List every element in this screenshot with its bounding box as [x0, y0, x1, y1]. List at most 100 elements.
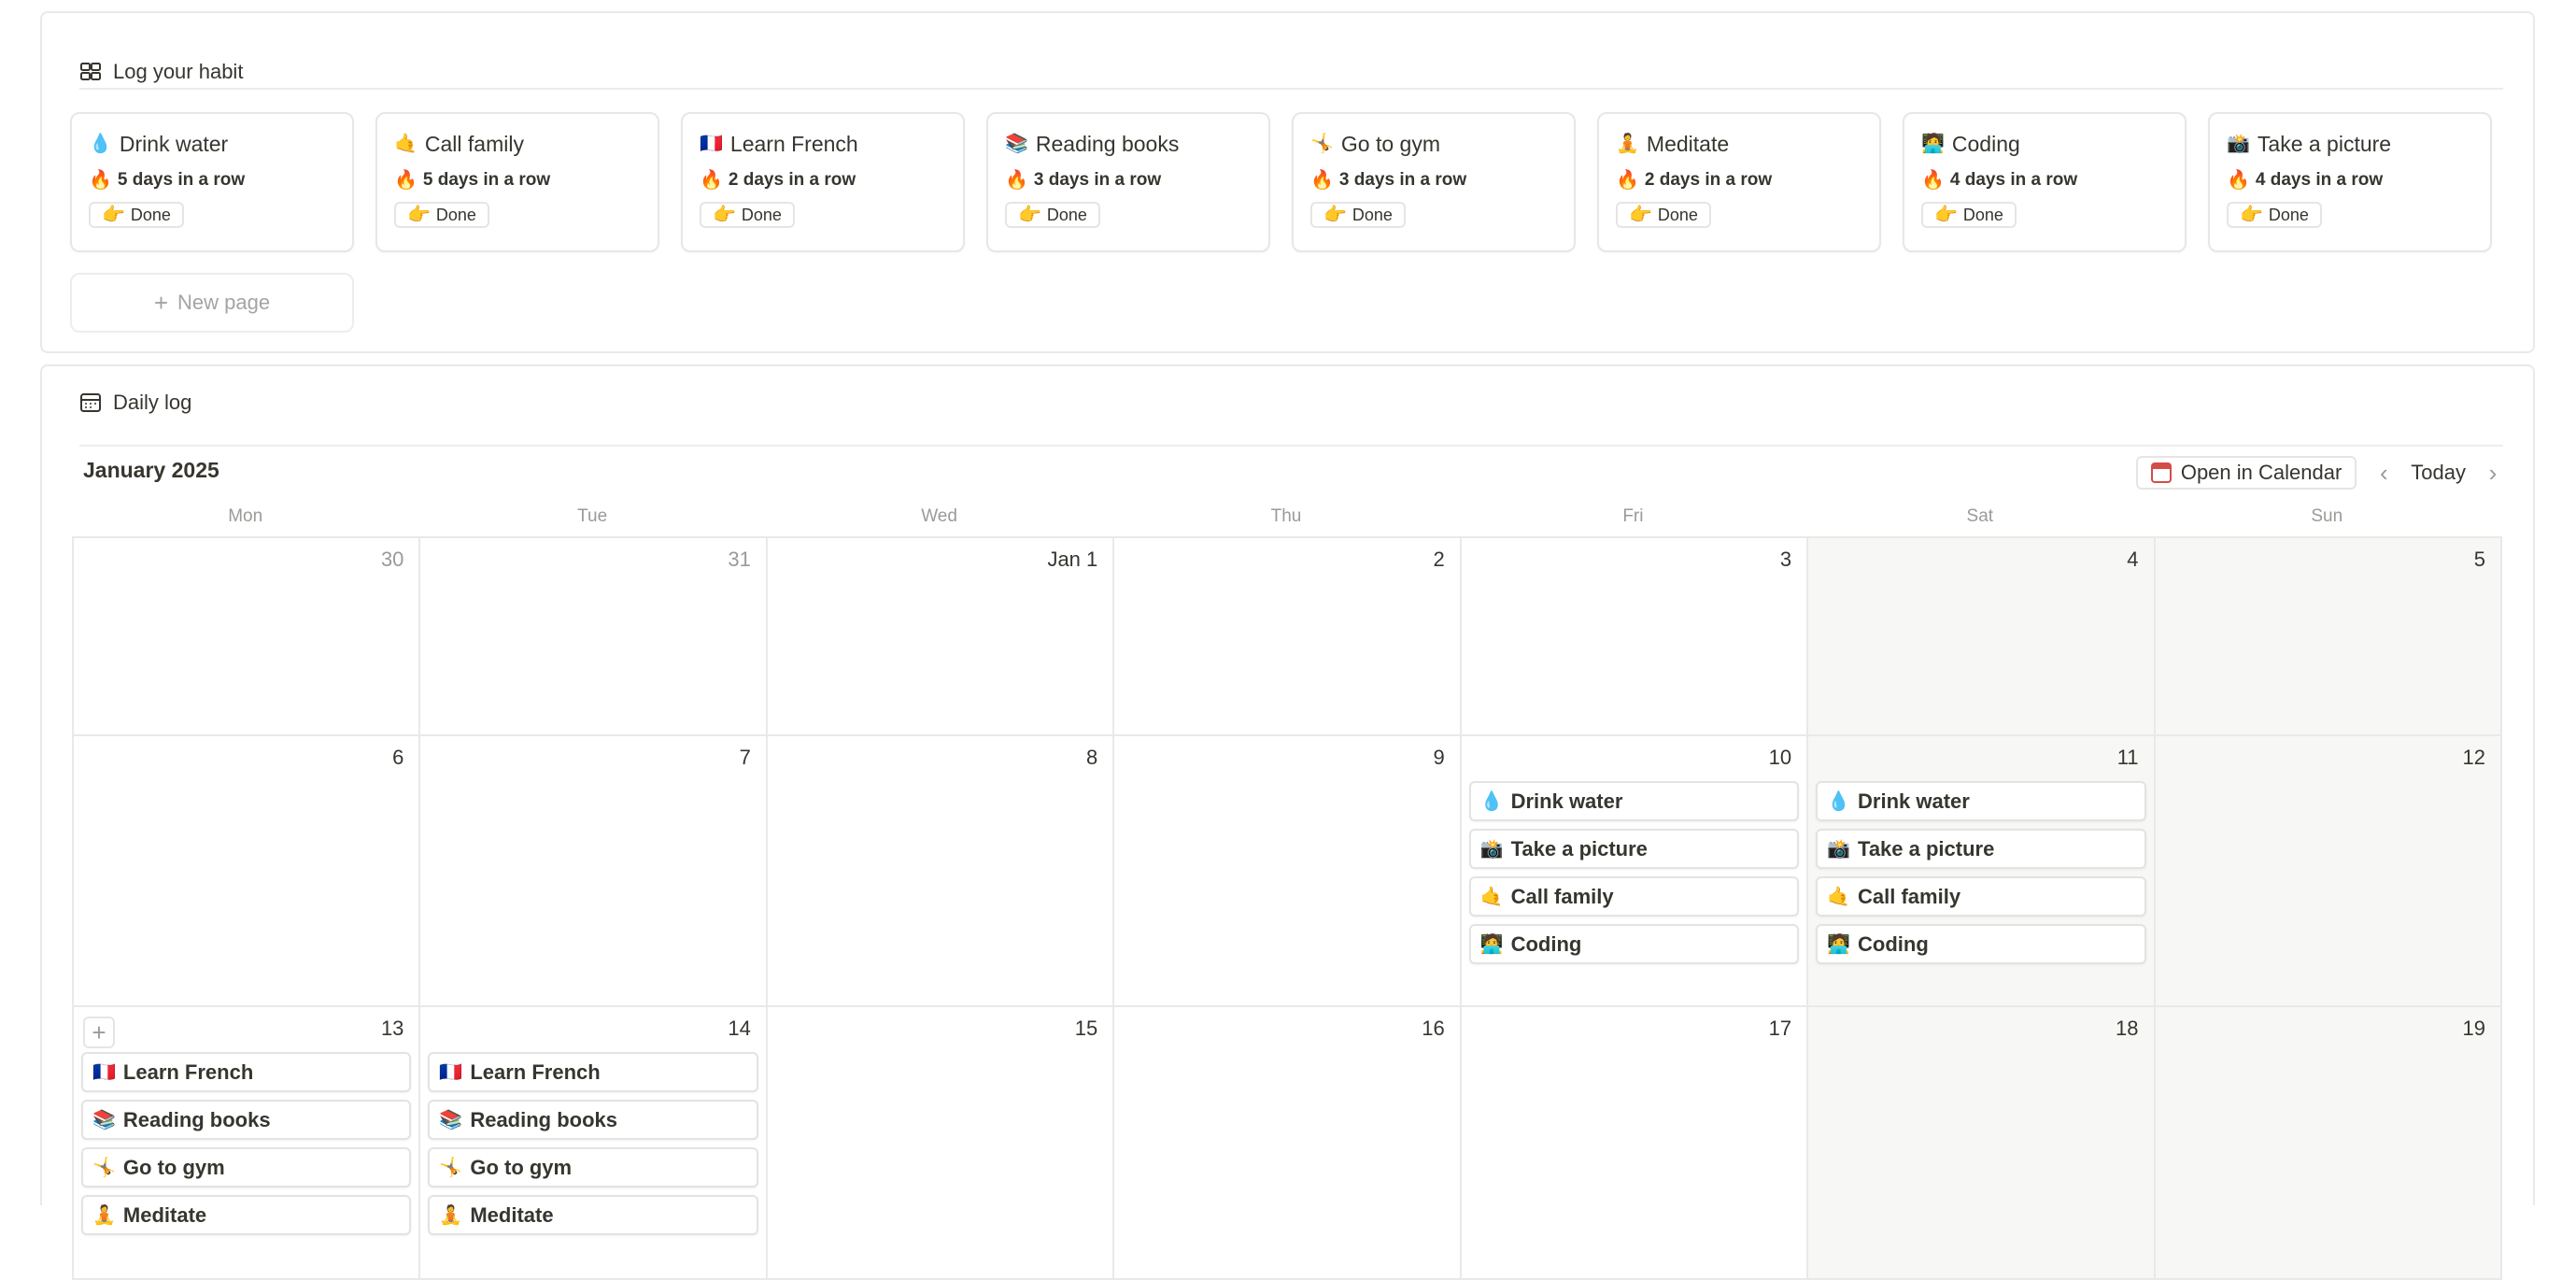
new-page-button[interactable]: + New page — [70, 273, 354, 333]
habit-emoji-icon: 🇫🇷 — [92, 1061, 116, 1083]
done-button[interactable]: 👉 Done — [394, 202, 489, 228]
calendar-day-cell[interactable]: 10 💧 Drink water 📸 Take a picture 🤙 Call famil… — [1459, 736, 1807, 1005]
event-card[interactable]: 🧘 Meditate — [428, 1195, 758, 1235]
calendar-day-cell[interactable]: 4 — [1806, 538, 2154, 734]
habit-card[interactable]: 📚 Reading books 🔥 3 days in a row 👉 Done — [986, 112, 1270, 252]
event-card[interactable]: 📸 Take a picture — [1816, 829, 2146, 869]
habit-streak: 🔥 3 days in a row — [1005, 170, 1252, 191]
fire-icon: 🔥 — [700, 170, 723, 191]
today-button[interactable]: Today — [2411, 461, 2466, 485]
done-button[interactable]: 👉 Done — [1921, 202, 2017, 228]
event-title: Call family — [1858, 884, 1961, 908]
open-in-calendar-button[interactable]: Open in Calendar — [2135, 456, 2357, 490]
calendar-day-cell[interactable]: 3 — [1459, 538, 1807, 734]
event-card[interactable]: 💧 Drink water — [1468, 781, 1800, 821]
pointing-hand-icon: 👉 — [2240, 205, 2263, 225]
done-button[interactable]: 👉 Done — [700, 202, 795, 228]
calendar-day-cell[interactable]: 19 — [2153, 1007, 2502, 1278]
weekday-label: Sat — [1966, 506, 1994, 526]
calendar-day-cell[interactable]: 17 — [1459, 1007, 1807, 1278]
calendar-grid: 30 31 Jan 1 2 3 4 5 6 7 8 9 10 💧 Drink water 📸 Take a p… — [72, 536, 2502, 1280]
weekday-label: Mon — [228, 506, 263, 526]
pointing-hand-icon: 👉 — [1018, 205, 1041, 225]
habit-card[interactable]: 📸 Take a picture 🔥 4 days in a row 👉 Done — [2208, 112, 2492, 252]
event-title: Reading books — [122, 1107, 271, 1131]
habit-card[interactable]: 🤙 Call family 🔥 5 days in a row 👉 Done — [375, 112, 659, 252]
calendar-day-cell[interactable]: +13 🇫🇷 Learn French 📚 Reading books 🤸 Go to gy… — [72, 1007, 419, 1278]
habit-panel-title[interactable]: Log your habit — [113, 60, 243, 84]
habit-name: Take a picture — [2257, 131, 2392, 156]
calendar-day-cell[interactable]: 6 — [72, 736, 419, 1005]
calendar-day-cell[interactable]: Jan 1 — [765, 538, 1113, 734]
done-button[interactable]: 👉 Done — [2227, 202, 2322, 228]
day-number: 16 — [1422, 1017, 1445, 1040]
event-card[interactable]: 🤙 Call family — [1468, 876, 1800, 917]
event-card[interactable]: 📚 Reading books — [428, 1100, 758, 1140]
calendar-day-cell[interactable]: 30 — [72, 538, 419, 734]
gallery-icon — [80, 63, 101, 80]
chevron-left-icon[interactable]: ‹ — [2373, 459, 2394, 488]
day-number: 14 — [728, 1017, 751, 1040]
add-event-button[interactable]: + — [83, 1017, 115, 1048]
event-card[interactable]: 🧘 Meditate — [81, 1195, 412, 1235]
done-button[interactable]: 👉 Done — [1310, 202, 1406, 228]
calendar-day-cell[interactable]: 2 — [1112, 538, 1460, 734]
event-title: Meditate — [122, 1202, 207, 1227]
habit-card[interactable]: 🧑‍💻 Coding 🔥 4 days in a row 👉 Done — [1903, 112, 2187, 252]
calendar-day-cell[interactable]: 12 — [2153, 736, 2502, 1005]
day-number: 30 — [380, 548, 404, 571]
habit-emoji-icon: 🤙 — [394, 134, 418, 154]
event-title: Take a picture — [1510, 836, 1648, 860]
calendar-day-cell[interactable]: 16 — [1112, 1007, 1460, 1278]
calendar-day-cell[interactable]: 9 — [1112, 736, 1460, 1005]
habit-card[interactable]: 🧘 Meditate 🔥 2 days in a row 👉 Done — [1597, 112, 1881, 252]
done-button[interactable]: 👉 Done — [89, 202, 184, 228]
divider — [79, 445, 2503, 447]
calendar-day-cell[interactable]: 7 — [418, 736, 766, 1005]
habit-card[interactable]: 🤸 Go to gym 🔥 3 days in a row 👉 Done — [1292, 112, 1576, 252]
calendar-day-cell[interactable]: 8 — [765, 736, 1113, 1005]
event-card[interactable]: 📚 Reading books — [81, 1100, 412, 1140]
event-card[interactable]: 📸 Take a picture — [1468, 829, 1800, 869]
calendar-day-cell[interactable]: 14 🇫🇷 Learn French 📚 Reading books 🤸 Go to gym… — [418, 1007, 766, 1278]
calendar-day-cell[interactable]: 31 — [418, 538, 766, 734]
calendar-day-cell[interactable]: 11 💧 Drink water 📸 Take a picture 🤙 Call famil… — [1806, 736, 2154, 1005]
calendar-day-cell[interactable]: 5 — [2153, 538, 2502, 734]
event-card[interactable]: 💧 Drink water — [1816, 781, 2146, 821]
habit-panel: Log your habit 💧 Drink water 🔥 5 days in a … — [40, 11, 2535, 353]
day-number: 13 — [380, 1017, 404, 1040]
habit-card-title: 📸 Take a picture — [2227, 129, 2473, 159]
done-button[interactable]: 👉 Done — [1005, 202, 1100, 228]
event-title: Meditate — [470, 1202, 554, 1227]
open-in-calendar-label: Open in Calendar — [2180, 461, 2342, 484]
day-number: 3 — [1779, 548, 1792, 571]
fire-icon: 🔥 — [1310, 170, 1334, 191]
calendar-week-row: +13 🇫🇷 Learn French 📚 Reading books 🤸 Go to gy… — [72, 1007, 2502, 1280]
day-number: 15 — [1074, 1017, 1098, 1040]
daily-log-panel: Daily log January 2025 Open in Calendar … — [40, 364, 2535, 1280]
pointing-hand-icon: 👉 — [1629, 205, 1652, 225]
event-card[interactable]: 🤙 Call family — [1816, 876, 2146, 917]
done-button[interactable]: 👉 Done — [1616, 202, 1711, 228]
event-card[interactable]: 🤸 Go to gym — [81, 1147, 412, 1188]
event-card[interactable]: 🤸 Go to gym — [428, 1147, 758, 1188]
event-card[interactable]: 🇫🇷 Learn French — [81, 1052, 412, 1092]
calendar-day-cell[interactable]: 18 — [1806, 1007, 2154, 1278]
event-card[interactable]: 🧑‍💻 Coding — [1468, 924, 1800, 964]
daily-log-title[interactable]: Daily log — [113, 391, 191, 415]
done-button-label: Done — [1962, 205, 2003, 224]
habit-card[interactable]: 🇫🇷 Learn French 🔥 2 days in a row 👉 Done — [681, 112, 965, 252]
habit-streak: 🔥 2 days in a row — [1616, 170, 1862, 191]
event-card[interactable]: 🧑‍💻 Coding — [1816, 924, 2146, 964]
weekday-label: Thu — [1270, 506, 1302, 526]
day-number: 18 — [2116, 1017, 2139, 1040]
day-number: 5 — [2473, 548, 2485, 571]
chevron-right-icon[interactable]: › — [2483, 459, 2503, 488]
day-events: 🇫🇷 Learn French 📚 Reading books 🤸 Go to gym 🧘 M… — [81, 1052, 412, 1235]
day-events: 💧 Drink water 📸 Take a picture 🤙 Call family 🧑… — [1468, 781, 1800, 964]
habit-streak-text: 2 days in a row — [1644, 170, 1773, 190]
calendar-day-cell[interactable]: 15 — [765, 1007, 1113, 1278]
event-card[interactable]: 🇫🇷 Learn French — [428, 1052, 758, 1092]
habit-card[interactable]: 💧 Drink water 🔥 5 days in a row 👉 Done — [70, 112, 354, 252]
habit-name: Learn French — [729, 131, 858, 156]
